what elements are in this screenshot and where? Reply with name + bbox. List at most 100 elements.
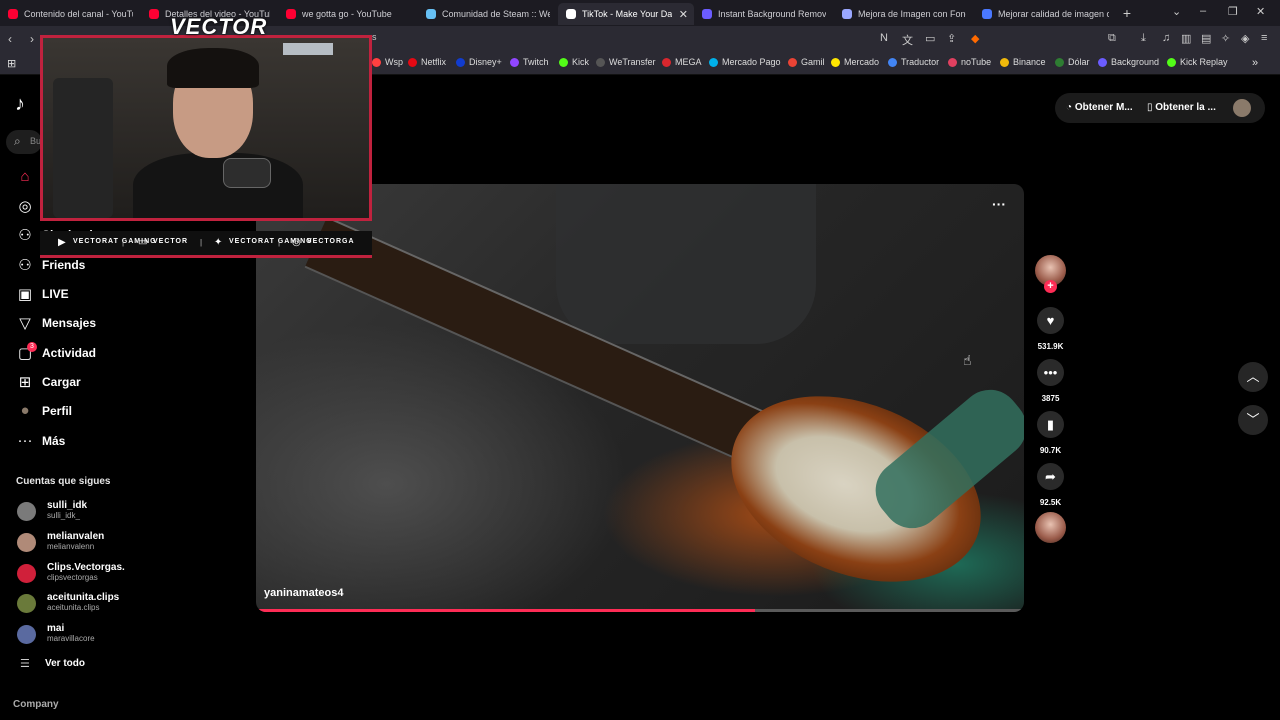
bookmark-item[interactable]: Background (1098, 57, 1159, 67)
browser-tab[interactable]: Contenido del canal - YouTube (0, 3, 141, 25)
share-icon[interactable]: ⇪ (947, 32, 956, 45)
profile-avatar[interactable]: ● (16, 402, 34, 419)
leo-icon[interactable]: ✧ (1221, 32, 1230, 45)
apps-icon[interactable]: ⊞ (7, 57, 16, 70)
forward-icon[interactable]: › (30, 32, 34, 46)
tiktok-logo[interactable]: ♪ (15, 93, 25, 116)
music-icon[interactable]: ♫ (1162, 32, 1170, 44)
bookmark-item[interactable]: Kick (559, 57, 589, 67)
bookmark-favicon-icon (1055, 57, 1064, 67)
bookmark-item[interactable]: Twitch (510, 57, 549, 67)
bookmark-item[interactable]: Traductor (888, 57, 939, 67)
messages-icon[interactable]: ▽ (16, 314, 34, 332)
url-field[interactable]: s (372, 32, 377, 42)
following-icon[interactable]: ⚇ (16, 226, 34, 244)
save-button[interactable]: ▮ (1037, 411, 1064, 438)
browser-tab[interactable]: Mejorar calidad de imagen on (974, 3, 1117, 25)
upload-icon[interactable]: ⊞ (16, 373, 34, 391)
account-name[interactable]: Clips.Vectorgas. (47, 562, 125, 573)
bookmark-item[interactable]: Kick Replay (1167, 57, 1228, 67)
download-icon[interactable]: ⤓ (1141, 32, 1146, 45)
browser-tab[interactable]: Mejora de Imagen con Fondo (834, 3, 974, 25)
explore-icon[interactable]: ◎ (16, 197, 34, 215)
account-avatar[interactable] (17, 502, 36, 521)
bookmark-item[interactable]: WeTransfer (596, 57, 656, 67)
next-video-button[interactable]: ﹀ (1238, 405, 1268, 435)
account-avatar[interactable] (17, 625, 36, 644)
reader-icon[interactable]: N (880, 32, 888, 44)
bookmark-item[interactable]: MEGA (662, 57, 702, 67)
follow-button[interactable]: + (1044, 280, 1057, 293)
bookmark-item[interactable]: noTube (948, 57, 991, 67)
vpn-icon[interactable]: ◈ (1241, 32, 1249, 45)
account-handle: aceitunita.clips (47, 603, 100, 612)
new-tab-button[interactable]: + (1117, 5, 1137, 21)
comment-count: 3875 (1041, 394, 1060, 403)
menu-icon[interactable]: ≡ (1261, 32, 1267, 44)
close-tab-icon[interactable]: ✕ (679, 8, 688, 21)
sidebar-item-label[interactable]: Mensajes (42, 316, 96, 330)
browser-tab[interactable]: Instant Background Remover (694, 3, 834, 25)
sidebar-icon[interactable]: ▥ (1181, 32, 1191, 45)
bookmark-item[interactable]: Wsp (372, 57, 403, 67)
previous-video-button[interactable]: ︿ (1238, 362, 1268, 392)
video-author-name[interactable]: yaninamateos4 (264, 587, 343, 599)
minimize-icon[interactable]: – (1200, 5, 1206, 17)
comment-button[interactable]: ••• (1037, 359, 1064, 386)
browser-tab[interactable]: TikTok - Make Your Da ✕ (558, 3, 694, 25)
like-button[interactable]: ♥ (1037, 307, 1064, 334)
see-all-link[interactable]: Ver todo (45, 658, 85, 669)
sidebar-item-label[interactable]: Actividad (42, 346, 96, 360)
screenshot-icon[interactable]: ⧉ (1108, 32, 1116, 45)
bookmark-label: Kick Replay (1180, 57, 1228, 67)
bookmark-item[interactable]: Binance (1000, 57, 1046, 67)
tab-label: Mejora de Imagen con Fondo (858, 9, 966, 19)
company-link[interactable]: Company (13, 699, 59, 710)
bookmark-label: Twitch (523, 57, 549, 67)
sound-avatar[interactable] (1035, 512, 1066, 543)
restore-icon[interactable]: ❐ (1228, 5, 1238, 18)
brave-shield-icon[interactable]: ◆ (971, 32, 979, 45)
account-name[interactable]: melianvalen (47, 531, 104, 542)
bookmark-item[interactable]: Dólar (1055, 57, 1090, 67)
friends-icon[interactable]: ⚇ (16, 256, 34, 274)
user-avatar[interactable] (1233, 99, 1251, 117)
tab-list-icon[interactable]: ⌄ (1172, 5, 1181, 18)
account-avatar[interactable] (17, 533, 36, 552)
bookmark-item[interactable]: Mercado (831, 57, 879, 67)
back-icon[interactable]: ‹ (8, 32, 12, 46)
more-icon[interactable]: ··· (16, 432, 34, 449)
bookmark-item[interactable]: Disney+ (456, 57, 502, 67)
video-more-options-icon[interactable]: ··· (992, 196, 1006, 212)
sidebar-item-label[interactable]: Friends (42, 258, 85, 272)
get-coins-button[interactable]: ◔ Obtener M... (1066, 102, 1133, 113)
browser-tab[interactable]: we gotta go - YouTube (278, 3, 418, 25)
account-avatar[interactable] (17, 564, 36, 583)
share-button[interactable]: ➦ (1037, 463, 1064, 490)
video-progress-bar[interactable] (256, 609, 1024, 612)
live-icon[interactable]: ▣ (16, 285, 34, 303)
close-window-icon[interactable]: ✕ (1256, 5, 1265, 18)
cast-icon[interactable]: ▭ (925, 32, 935, 45)
bookmark-favicon-icon (456, 57, 465, 67)
account-name[interactable]: sulli_idk (47, 500, 87, 511)
bookmark-item[interactable]: Mercado Pago (709, 57, 781, 67)
sidebar-item-label[interactable]: LIVE (42, 287, 69, 301)
account-avatar[interactable] (17, 594, 36, 613)
wallet-icon[interactable]: ▤ (1201, 32, 1211, 45)
translate-icon[interactable]: 文 (902, 32, 913, 48)
bookmark-item[interactable]: Gamil (788, 57, 825, 67)
account-name[interactable]: aceitunita.clips (47, 592, 119, 603)
bookmark-item[interactable]: Netflix (408, 57, 446, 67)
sidebar-item-label[interactable]: Perfil (42, 404, 72, 418)
home-icon[interactable]: ⌂ (16, 168, 34, 185)
search-input[interactable]: ⌕ Bu (6, 130, 42, 154)
activity-badge: 3 (27, 342, 37, 352)
more-bookmarks-icon[interactable]: » (1252, 57, 1258, 69)
sidebar-item-label[interactable]: Cargar (42, 375, 81, 389)
browser-tab[interactable]: Comunidad de Steam :: We G (418, 3, 558, 25)
get-app-button[interactable]: ▯ Obtener la ... (1147, 102, 1216, 113)
sidebar-item-label[interactable]: Más (42, 434, 65, 448)
bookmark-favicon-icon (596, 57, 605, 67)
account-name[interactable]: mai (47, 623, 64, 634)
